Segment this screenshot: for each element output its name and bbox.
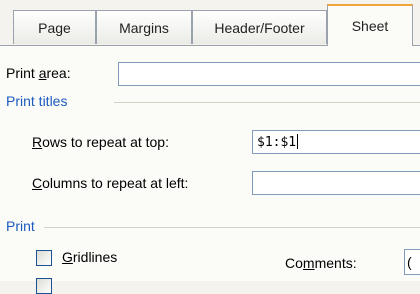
rows-repeat-input[interactable]: $1:$1 (252, 130, 420, 154)
tab-page[interactable]: Page (13, 10, 96, 44)
sheet-panel: Print area: Print titles Rows to repeat … (0, 46, 420, 294)
tab-label: Margins (119, 19, 169, 36)
divider (114, 102, 420, 103)
checkbox-partial[interactable] (36, 278, 52, 294)
comments-dropdown[interactable]: ( (404, 249, 420, 275)
print-heading: Print (6, 218, 35, 234)
rows-repeat-label: Rows to repeat at top: (32, 134, 169, 150)
gridlines-checkbox[interactable] (36, 250, 52, 266)
tab-margins[interactable]: Margins (96, 10, 192, 44)
tab-label: Header/Footer (214, 19, 305, 36)
text-caret (297, 134, 299, 149)
print-area-label: Print area: (6, 65, 71, 81)
columns-repeat-input[interactable] (252, 171, 420, 195)
print-titles-heading: Print titles (6, 93, 68, 109)
tab-strip: Page Margins Header/Footer Sheet (0, 0, 420, 46)
tab-sheet[interactable]: Sheet (327, 4, 413, 46)
tab-header-footer[interactable]: Header/Footer (192, 10, 327, 44)
print-area-input[interactable] (118, 62, 420, 86)
divider (44, 227, 420, 228)
tab-label: Page (38, 19, 71, 36)
comments-label: Comments: (285, 255, 357, 271)
tab-label: Sheet (351, 18, 389, 34)
columns-repeat-label: Columns to repeat at left: (32, 175, 189, 191)
gridlines-label: Gridlines (62, 249, 118, 265)
